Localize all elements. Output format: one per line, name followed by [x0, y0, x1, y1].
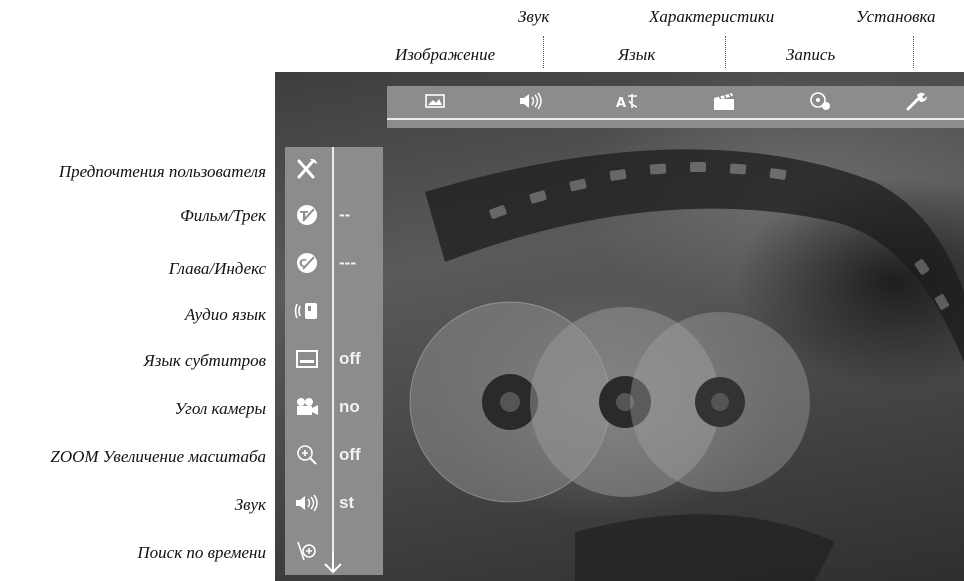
- menu-value: off: [339, 349, 361, 368]
- subtitle-icon: [289, 347, 325, 371]
- scroll-down-arrow-icon[interactable]: [323, 552, 343, 574]
- features-tab-icon[interactable]: [708, 89, 740, 113]
- zoom-icon: [289, 443, 325, 467]
- side-menu: T -- C --- off no off st: [285, 147, 383, 575]
- label-subtitle-language: Язык субтитров: [143, 351, 266, 370]
- language-tab-icon[interactable]: A: [611, 89, 643, 113]
- osd-screen: A T -- C --- off no off st: [275, 72, 964, 581]
- menu-row-camera-angle[interactable]: no: [285, 390, 383, 424]
- label-title-track: Фильм/Трек: [180, 206, 266, 225]
- label-camera-angle: Угол камеры: [174, 399, 266, 418]
- label-chapter-index: Глава/Индекс: [168, 259, 266, 278]
- menu-value: --: [339, 205, 351, 224]
- menu-row-user-preferences[interactable]: [285, 151, 383, 185]
- user-preferences-icon: [289, 156, 325, 180]
- label-time-search: Поиск по времени: [137, 543, 266, 562]
- audio-language-icon: [289, 299, 325, 323]
- time-search-icon: [289, 539, 325, 563]
- menu-row-subtitle-language[interactable]: off: [285, 342, 383, 376]
- menu-row-title-track[interactable]: T --: [285, 198, 383, 232]
- sound-tab-icon[interactable]: [515, 89, 547, 113]
- label-features: Характеристики: [649, 7, 775, 26]
- svg-text:A: A: [616, 96, 626, 110]
- callout-line-setup: [913, 36, 914, 68]
- setup-tab-icon[interactable]: [900, 89, 932, 113]
- callout-line-sound: [543, 36, 544, 68]
- menu-value: st: [339, 493, 355, 512]
- callout-line-features: [725, 36, 726, 68]
- picture-tab-icon[interactable]: [419, 89, 451, 113]
- menu-row-sound[interactable]: st: [285, 486, 383, 520]
- label-setup: Установка: [856, 7, 936, 26]
- menu-row-zoom[interactable]: off: [285, 438, 383, 472]
- label-zoom: ZOOM Увеличение масштаба: [50, 447, 266, 466]
- menu-row-chapter-index[interactable]: C ---: [285, 246, 383, 280]
- title-track-icon: T: [289, 203, 325, 227]
- menu-value: ---: [339, 253, 356, 272]
- label-sound-mode: Звук: [234, 495, 266, 514]
- top-tab-bar: A: [387, 86, 964, 128]
- label-audio-language: Аудио язык: [184, 305, 266, 324]
- tab-bar-underline: [387, 118, 964, 120]
- chapter-index-icon: C: [289, 251, 325, 275]
- sound-icon: [289, 491, 325, 515]
- label-user-preferences: Предпочтения пользователя: [58, 162, 266, 181]
- recording-tab-icon[interactable]: [804, 89, 836, 113]
- menu-value: off: [339, 445, 361, 464]
- label-picture: Изображение: [395, 45, 496, 64]
- label-language: Язык: [618, 45, 656, 64]
- menu-value: no: [339, 397, 360, 416]
- camera-angle-icon: [289, 395, 325, 419]
- label-recording: Запись: [786, 45, 836, 64]
- label-sound: Звук: [518, 7, 550, 26]
- menu-row-audio-language[interactable]: [285, 294, 383, 328]
